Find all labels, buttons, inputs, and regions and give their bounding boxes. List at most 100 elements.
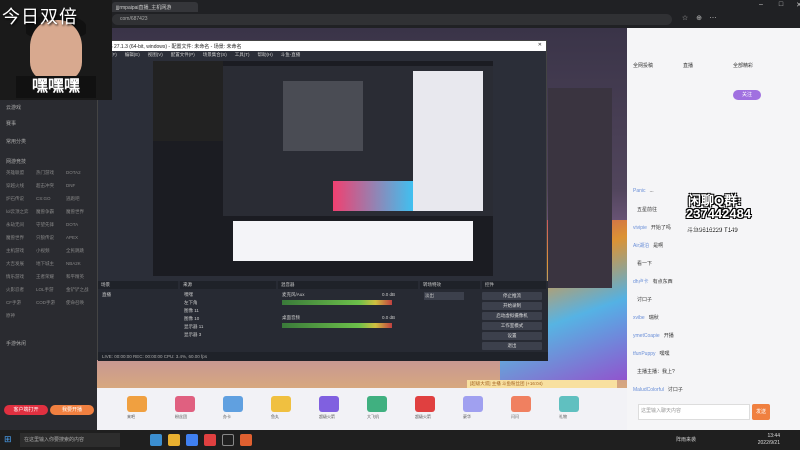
obs-icon[interactable] — [222, 434, 234, 446]
obs-control-button[interactable]: 开始录制 — [482, 302, 542, 310]
store-icon[interactable] — [186, 434, 198, 446]
gift-icon[interactable] — [559, 396, 579, 412]
nav-sub-item[interactable]: NBA2K — [66, 261, 81, 266]
chat-username[interactable]: dh卢卡 — [633, 279, 649, 285]
nav-row[interactable]: 网游竞技 — [6, 158, 26, 165]
nav-sub-item[interactable]: 大吉发展 — [6, 261, 24, 267]
extension-icon[interactable]: ⊕ — [694, 14, 704, 24]
obs-control-button[interactable]: 停止推流 — [482, 292, 542, 300]
nav-sub-item[interactable]: 穿越火线 — [6, 183, 24, 189]
nav-sub-item[interactable]: 炉石传说 — [6, 196, 24, 202]
nav-sub-item[interactable]: LOL手游 — [36, 287, 54, 293]
address-bar[interactable]: com/687423 — [112, 14, 672, 25]
nav-sub-item[interactable]: 王者荣耀 — [36, 274, 54, 280]
nav-sub-item[interactable]: 使命召唤 — [66, 300, 84, 306]
chat-username[interactable]: Air湖泊 — [633, 243, 649, 249]
nav-row[interactable]: 常用分类 — [6, 138, 26, 145]
browser-tab[interactable]: jjjrmpaipai直播_主机网游 — [112, 2, 198, 12]
chat-header-item[interactable]: 全部精彩 — [733, 62, 753, 69]
nav-sub-item[interactable]: 逃跑吧 — [66, 196, 80, 202]
mixer-meter[interactable] — [282, 300, 392, 305]
nav-row[interactable]: 云游戏 — [6, 104, 21, 111]
nav-sub-item[interactable]: 原神 — [6, 313, 15, 319]
app-icon[interactable] — [240, 434, 252, 446]
obs-control-button[interactable]: 工作室模式 — [482, 322, 542, 330]
nav-sub-item[interactable]: 英雄联盟 — [6, 170, 24, 176]
nav-sub-item[interactable]: 小视频 — [36, 248, 50, 254]
obs-menu-item[interactable]: 工具(T) — [235, 52, 250, 58]
taskbar-search[interactable]: 在这里输入你要搜索的内容 — [20, 433, 120, 447]
gift-icon[interactable] — [367, 396, 387, 412]
obs-menu-item[interactable]: 编辑(E) — [125, 52, 140, 58]
close-icon[interactable]: ✕ — [538, 42, 542, 48]
nav-sub-item[interactable]: 魔兽世界 — [66, 209, 84, 215]
nav-sub-item[interactable]: 只狼传说 — [36, 235, 54, 241]
gift-icon[interactable] — [271, 396, 291, 412]
nav-sub-item[interactable]: COD手游 — [36, 300, 55, 306]
nav-sub-item[interactable]: 情乐游戏 — [6, 274, 24, 280]
chat-username[interactable]: Panic — [633, 188, 646, 194]
nav-sub-item[interactable]: 魔兽争霸 — [36, 209, 54, 215]
source-item[interactable]: 显示器 3 — [184, 332, 201, 338]
nav-row[interactable]: 手游休闲 — [6, 340, 26, 347]
nav-sub-item[interactable]: CF手游 — [6, 300, 21, 306]
nav-sub-item[interactable]: lol云顶之弈 — [6, 209, 29, 215]
chat-input[interactable]: 这里输入聊天内容 — [638, 404, 750, 420]
source-item[interactable]: 左下角 — [184, 300, 198, 306]
nav-sub-item[interactable]: 全民跳跳 — [66, 248, 84, 254]
nav-row[interactable]: 赛事 — [6, 120, 16, 127]
star-icon[interactable]: ☆ — [680, 14, 690, 24]
source-item[interactable]: 图像 11 — [184, 308, 199, 314]
windows-start-icon[interactable]: ⊞ — [4, 434, 12, 445]
chat-username[interactable]: tfunPuppy — [633, 351, 656, 357]
mixer-meter[interactable] — [282, 323, 392, 328]
menu-icon[interactable]: ⋯ — [708, 14, 718, 24]
source-item[interactable]: 嘿嘿 — [184, 292, 193, 298]
obs-control-button[interactable]: 启动虚拟摄像机 — [482, 312, 542, 320]
gift-icon[interactable] — [127, 396, 147, 412]
chat-username[interactable]: xvibe — [633, 315, 645, 321]
chat-username[interactable]: vivipie — [633, 225, 647, 231]
nav-sub-item[interactable]: 和平精英 — [66, 274, 84, 280]
obs-menu-item[interactable]: 场景集合(S) — [203, 52, 227, 58]
obs-menu-item[interactable]: 斗鱼-直播 — [281, 52, 301, 58]
app-icon[interactable] — [204, 434, 216, 446]
nav-sub-item[interactable]: 热门游戏 — [36, 170, 54, 176]
nav-sub-item[interactable]: 火影忍者 — [6, 287, 24, 293]
obs-menu-item[interactable]: 帮助(H) — [258, 52, 273, 58]
chat-header-item[interactable]: 直播 — [683, 62, 693, 69]
nav-sub-item[interactable]: 超击冲突 — [36, 183, 54, 189]
gift-icon[interactable] — [415, 396, 435, 412]
obs-control-button[interactable]: 退出 — [482, 342, 542, 350]
nav-sub-item[interactable]: 金铲铲之战 — [66, 287, 89, 293]
nav-sub-item[interactable]: 魔兽世界 — [6, 235, 24, 241]
minimize-icon[interactable]: – — [752, 1, 770, 11]
nav-sub-item[interactable]: DOTA — [66, 222, 78, 227]
chat-header-item[interactable]: 全网投稿 — [633, 62, 653, 69]
chat-username[interactable]: ymetCoapie — [633, 333, 660, 339]
obs-control-button[interactable]: 设置 — [482, 332, 542, 340]
obs-menu-item[interactable]: 配置文件(P) — [171, 52, 195, 58]
source-item[interactable]: 显示器 11 — [184, 324, 203, 330]
source-item[interactable]: 图像 10 — [184, 316, 199, 322]
nav-sub-item[interactable]: CS:GO — [36, 196, 51, 201]
nav-sub-item[interactable]: DNF — [66, 183, 75, 188]
close-icon[interactable]: ✕ — [790, 1, 800, 11]
transition-select[interactable]: 淡出 — [424, 292, 464, 300]
follow-button[interactable]: 关注 — [733, 90, 761, 100]
gift-icon[interactable] — [463, 396, 483, 412]
client-open-button[interactable]: 客户端打开 — [4, 405, 48, 415]
gift-icon[interactable] — [511, 396, 531, 412]
obs-menu-item[interactable]: 视图(V) — [148, 52, 163, 58]
nav-sub-item[interactable]: APEX — [66, 235, 78, 240]
edge-icon[interactable] — [150, 434, 162, 446]
gift-icon[interactable] — [223, 396, 243, 412]
maximize-icon[interactable]: □ — [772, 1, 790, 11]
explorer-icon[interactable] — [168, 434, 180, 446]
clock[interactable]: 13:44 2022/9/21 — [758, 433, 780, 447]
nav-sub-item[interactable]: 永劫无间 — [6, 222, 24, 228]
nav-sub-item[interactable]: 地下城主 — [36, 261, 54, 267]
send-button[interactable]: 发送 — [752, 404, 770, 420]
gift-icon[interactable] — [319, 396, 339, 412]
start-stream-button[interactable]: 我要开播 — [50, 405, 94, 415]
